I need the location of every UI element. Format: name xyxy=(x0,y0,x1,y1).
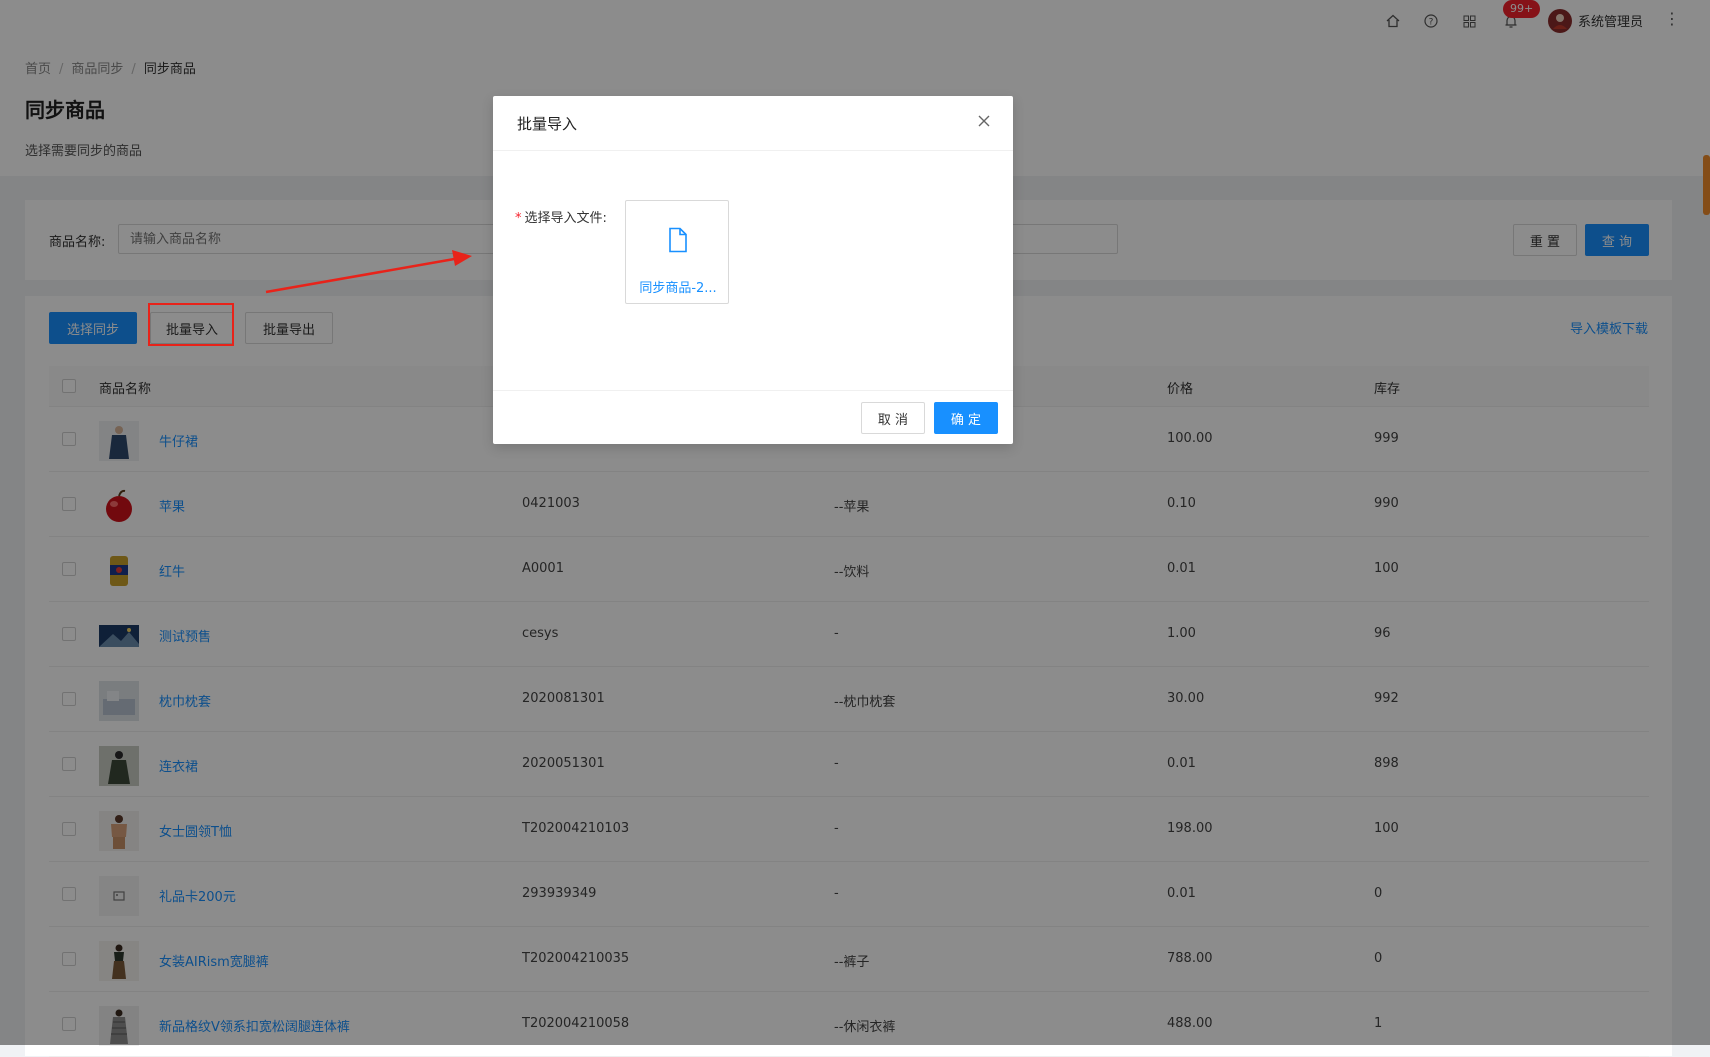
uploaded-file-card[interactable]: 同步商品-2... xyxy=(625,200,729,304)
modal-header: 批量导入 xyxy=(493,96,1013,151)
uploaded-file-name[interactable]: 同步商品-2... xyxy=(626,277,730,296)
modal-footer: 取 消 确 定 xyxy=(493,390,1013,445)
modal-title: 批量导入 xyxy=(517,115,578,133)
confirm-button[interactable]: 确 定 xyxy=(934,402,998,434)
close-icon[interactable] xyxy=(975,112,993,130)
batch-import-modal: 批量导入 * 选择导入文件: 同步商品-2... 取 消 确 定 xyxy=(493,96,1013,444)
import-file-label: * 选择导入文件: xyxy=(515,211,607,226)
cancel-button[interactable]: 取 消 xyxy=(861,402,925,434)
file-icon xyxy=(667,227,689,257)
